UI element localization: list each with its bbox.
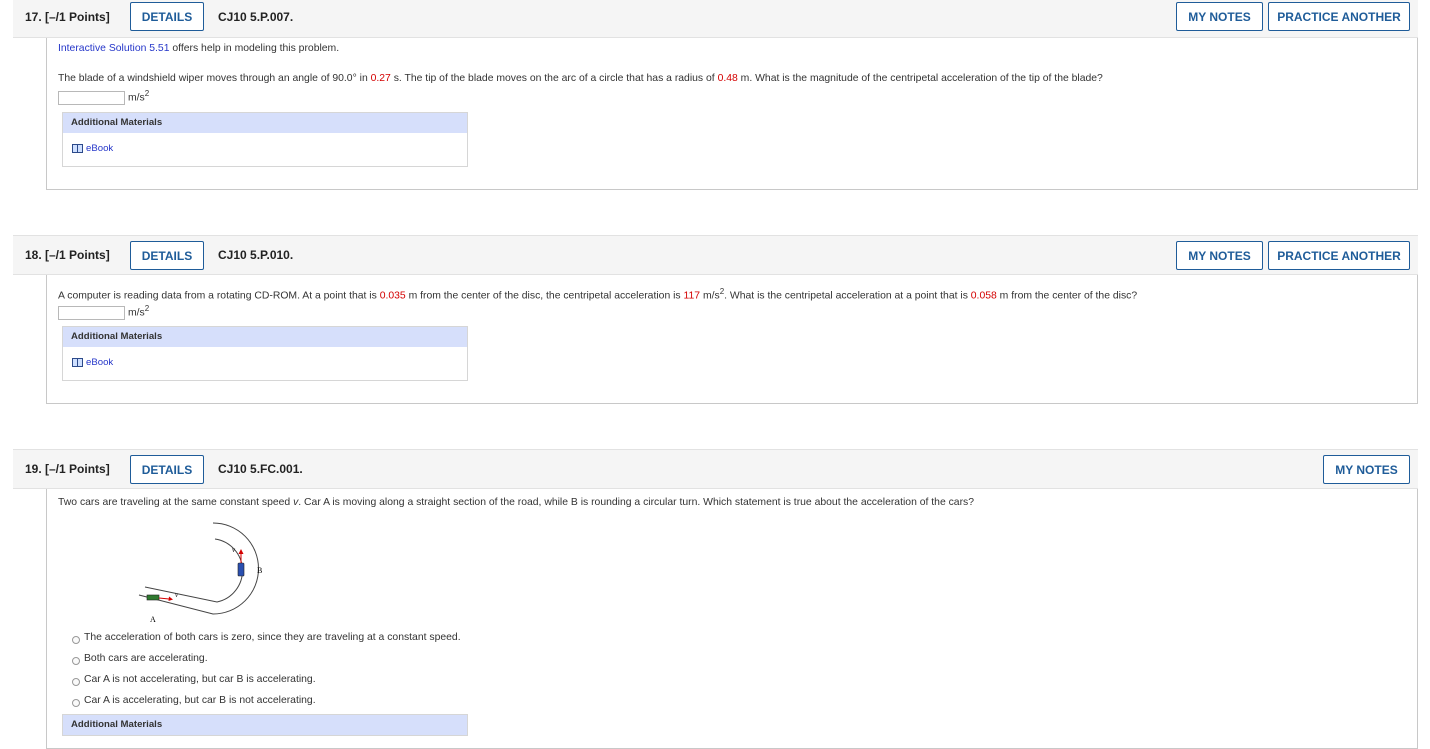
velocity-label-a: v — [175, 591, 179, 599]
label-b: B — [257, 566, 262, 575]
question-18-body: A computer is reading data from a rotati… — [46, 275, 1418, 404]
additional-materials-title: Additional Materials — [63, 327, 467, 347]
option-4[interactable]: Car A is accelerating, but car B is not … — [72, 694, 316, 707]
question-code: CJ10 5.P.010. — [218, 248, 294, 262]
practice-another-button[interactable]: PRACTICE ANOTHER — [1268, 2, 1410, 31]
additional-materials-title: Additional Materials — [63, 113, 467, 133]
ebook-link[interactable]: eBook — [72, 143, 113, 154]
radio-button[interactable] — [72, 699, 80, 707]
additional-materials: Additional Materials — [62, 714, 468, 736]
radio-button[interactable] — [72, 678, 80, 686]
road-inner-edge — [144, 538, 243, 603]
question-code: CJ10 5.P.007. — [218, 10, 294, 24]
cars-figure: v v B A — [138, 522, 262, 624]
answer-input[interactable] — [58, 91, 125, 105]
question-17-body: Interactive Solution 5.51 offers help in… — [46, 38, 1418, 190]
option-1[interactable]: The acceleration of both cars is zero, s… — [72, 631, 461, 644]
my-notes-button[interactable]: MY NOTES — [1323, 455, 1410, 484]
interactive-solution-link[interactable]: Interactive Solution 5.51 — [58, 43, 169, 54]
my-notes-button[interactable]: MY NOTES — [1176, 241, 1263, 270]
book-icon — [72, 358, 83, 367]
practice-another-button[interactable]: PRACTICE ANOTHER — [1268, 241, 1410, 270]
answer-input[interactable] — [58, 306, 125, 320]
ebook-link[interactable]: eBook — [72, 357, 113, 368]
question-17-header: 17. [–/1 Points] DETAILS CJ10 5.P.007. M… — [13, 0, 1418, 38]
answer-unit: m/s2 — [128, 89, 150, 104]
question-18-header: 18. [–/1 Points] DETAILS CJ10 5.P.010. M… — [13, 235, 1418, 275]
car-a — [146, 594, 160, 601]
book-icon — [72, 144, 83, 153]
label-a: A — [150, 615, 156, 624]
question-text: Two cars are traveling at the same const… — [58, 497, 975, 508]
details-button[interactable]: DETAILS — [130, 455, 204, 484]
additional-materials: Additional Materials eBook — [62, 112, 468, 167]
question-19-header: 19. [–/1 Points] DETAILS CJ10 5.FC.001. … — [13, 449, 1418, 489]
question-19-body: Two cars are traveling at the same const… — [46, 489, 1418, 749]
option-2[interactable]: Both cars are accelerating. — [72, 652, 208, 665]
car-b — [237, 562, 245, 577]
option-3[interactable]: Car A is not accelerating, but car B is … — [72, 673, 316, 686]
details-button[interactable]: DETAILS — [130, 2, 204, 31]
velocity-arrow-a — [158, 597, 170, 600]
help-text: Interactive Solution 5.51 offers help in… — [58, 43, 340, 54]
radio-button[interactable] — [72, 636, 80, 644]
question-text: A computer is reading data from a rotati… — [58, 287, 1138, 302]
question-number: 17. [–/1 Points] — [25, 10, 110, 24]
question-number: 19. [–/1 Points] — [25, 462, 110, 476]
additional-materials: Additional Materials eBook — [62, 326, 468, 381]
answer-unit: m/s2 — [128, 304, 150, 319]
radio-button[interactable] — [72, 657, 80, 665]
question-number: 18. [–/1 Points] — [25, 248, 110, 262]
details-button[interactable]: DETAILS — [130, 241, 204, 270]
my-notes-button[interactable]: MY NOTES — [1176, 2, 1263, 31]
additional-materials-title: Additional Materials — [63, 715, 467, 735]
question-text: The blade of a windshield wiper moves th… — [58, 73, 1103, 84]
question-code: CJ10 5.FC.001. — [218, 462, 303, 476]
